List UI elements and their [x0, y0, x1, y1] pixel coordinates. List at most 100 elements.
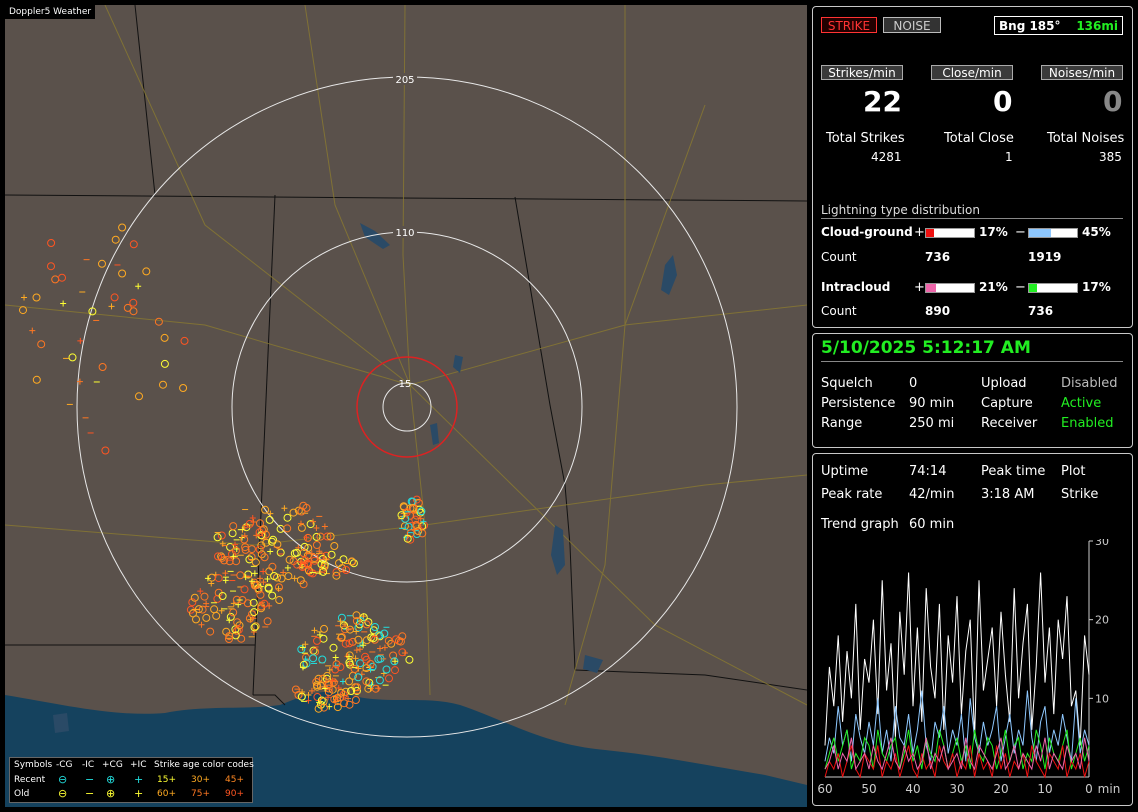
strike-marker	[330, 542, 339, 550]
strike-marker	[377, 645, 384, 652]
trend-chart: 30 20 10 60 50 40 30 20 10 0 min	[817, 539, 1120, 796]
strike-marker	[285, 555, 294, 564]
strike-marker	[200, 592, 209, 601]
strike-marker	[206, 627, 215, 636]
total-close: 1	[1005, 150, 1013, 164]
trend-x-tick-label: 0	[1085, 782, 1093, 796]
strike-marker	[267, 548, 274, 555]
receiver-label: Receiver	[981, 416, 1038, 431]
noise-button[interactable]: NOISE	[883, 17, 941, 33]
strike-marker	[214, 574, 223, 583]
recent-neg-ic-icon: −	[85, 773, 95, 786]
strike-marker	[263, 617, 272, 626]
strike-marker	[142, 267, 151, 276]
close-per-min: 0	[993, 85, 1013, 118]
trend-x-tick-label: 50	[861, 782, 876, 796]
total-strikes: 4281	[871, 150, 902, 164]
trend-x-tick-label: 10	[1037, 782, 1052, 796]
strike-marker	[180, 336, 189, 345]
strike-marker	[179, 384, 188, 392]
strike-marker	[313, 524, 320, 531]
squelch-label: Squelch	[821, 376, 873, 391]
highways	[5, 5, 807, 706]
map-title: Doppler5 Weather	[5, 5, 96, 19]
strike-marker	[277, 574, 286, 583]
strike-marker	[68, 353, 77, 362]
strike-marker	[276, 524, 285, 533]
age-75: 75+	[191, 789, 210, 799]
ic-minus-sign: −	[1015, 280, 1026, 295]
trend-x-tick-label: 40	[905, 782, 920, 796]
strike-button[interactable]: STRIKE	[821, 17, 877, 33]
recent-neg-cg-icon: ⊖	[58, 773, 68, 786]
strike-marker	[154, 317, 163, 326]
strike-marker	[98, 363, 107, 371]
strike-marker	[339, 555, 348, 564]
strike-marker	[160, 333, 169, 342]
noises-per-min: 0	[1103, 85, 1123, 118]
age-60: 60+	[157, 789, 176, 799]
strike-marker	[353, 628, 360, 635]
strike-marker	[353, 647, 360, 654]
uptime-value: 74:14	[909, 464, 947, 479]
persistence-value: 90 min	[909, 396, 955, 411]
strike-marker	[329, 643, 338, 652]
strike-marker	[303, 533, 312, 542]
age-45: 45+	[225, 775, 244, 785]
strike-stats-panel: STRIKE NOISE Bng 185° 136mi Strikes/min …	[812, 6, 1133, 328]
strike-marker	[281, 505, 288, 512]
old-neg-cg-icon: ⊖	[58, 787, 68, 800]
cg-minus-pct: 45%	[1082, 225, 1111, 239]
strike-marker	[129, 240, 138, 249]
strike-marker	[108, 303, 115, 310]
distribution-title: Lightning type distribution	[821, 203, 980, 217]
age-30: 30+	[191, 775, 210, 785]
legend-header-neg-ic: -IC	[82, 760, 95, 770]
recent-pos-cg-icon: ⊕	[106, 773, 116, 786]
strike-marker	[118, 223, 127, 232]
strike-marker	[321, 523, 328, 530]
trend-x-tick-label: 20	[993, 782, 1008, 796]
strike-marker	[356, 659, 365, 668]
strike-marker	[217, 531, 226, 540]
capture-value: Active	[1061, 396, 1102, 411]
legend-old-label: Old	[14, 789, 30, 799]
strike-marker	[332, 654, 339, 661]
strike-marker	[222, 577, 229, 584]
strike-marker	[240, 585, 249, 594]
range-value: 250 mi	[909, 416, 955, 431]
strike-marker	[318, 655, 327, 664]
strike-marker	[311, 627, 318, 634]
total-noises-label: Total Noises	[1047, 131, 1125, 146]
strike-marker	[203, 600, 210, 607]
trend-y-tick-label: 10	[1095, 692, 1109, 705]
persistence-label: Persistence	[821, 396, 896, 411]
map-canvas[interactable]: 205 110 15	[5, 5, 807, 807]
strike-marker	[385, 674, 393, 683]
strike-marker	[248, 610, 256, 619]
lightning-map[interactable]: 205 110 15 Doppler5 Weather Symbols -CG …	[5, 5, 807, 807]
strike-marker	[160, 359, 169, 368]
cloud-ground-label: Cloud-ground	[821, 225, 913, 239]
strike-marker	[284, 564, 291, 571]
ic-plus-bar	[925, 283, 975, 293]
strike-marker	[347, 557, 356, 566]
strike-marker	[391, 666, 399, 675]
strike-marker	[349, 559, 358, 568]
current-datetime: 5/10/2025 5:12:17 AM	[821, 338, 1031, 358]
strike-marker	[60, 300, 67, 307]
uptime-label: Uptime	[821, 464, 869, 479]
trend-series-line	[824, 690, 1090, 762]
trend-x-tick-label: 30	[949, 782, 964, 796]
strike-marker	[129, 307, 138, 316]
strike-marker	[362, 620, 371, 629]
strike-marker	[222, 570, 229, 577]
capture-label: Capture	[981, 396, 1033, 411]
plot-value[interactable]: Strike	[1061, 487, 1098, 502]
plot-label: Plot	[1061, 464, 1086, 479]
legend-header-pos-ic: +IC	[130, 760, 147, 770]
strike-marker	[381, 644, 388, 651]
strike-marker	[236, 571, 245, 580]
strikes-per-min: 22	[863, 85, 902, 118]
trend-panel: Uptime 74:14 Peak time Plot Peak rate 42…	[812, 453, 1133, 806]
